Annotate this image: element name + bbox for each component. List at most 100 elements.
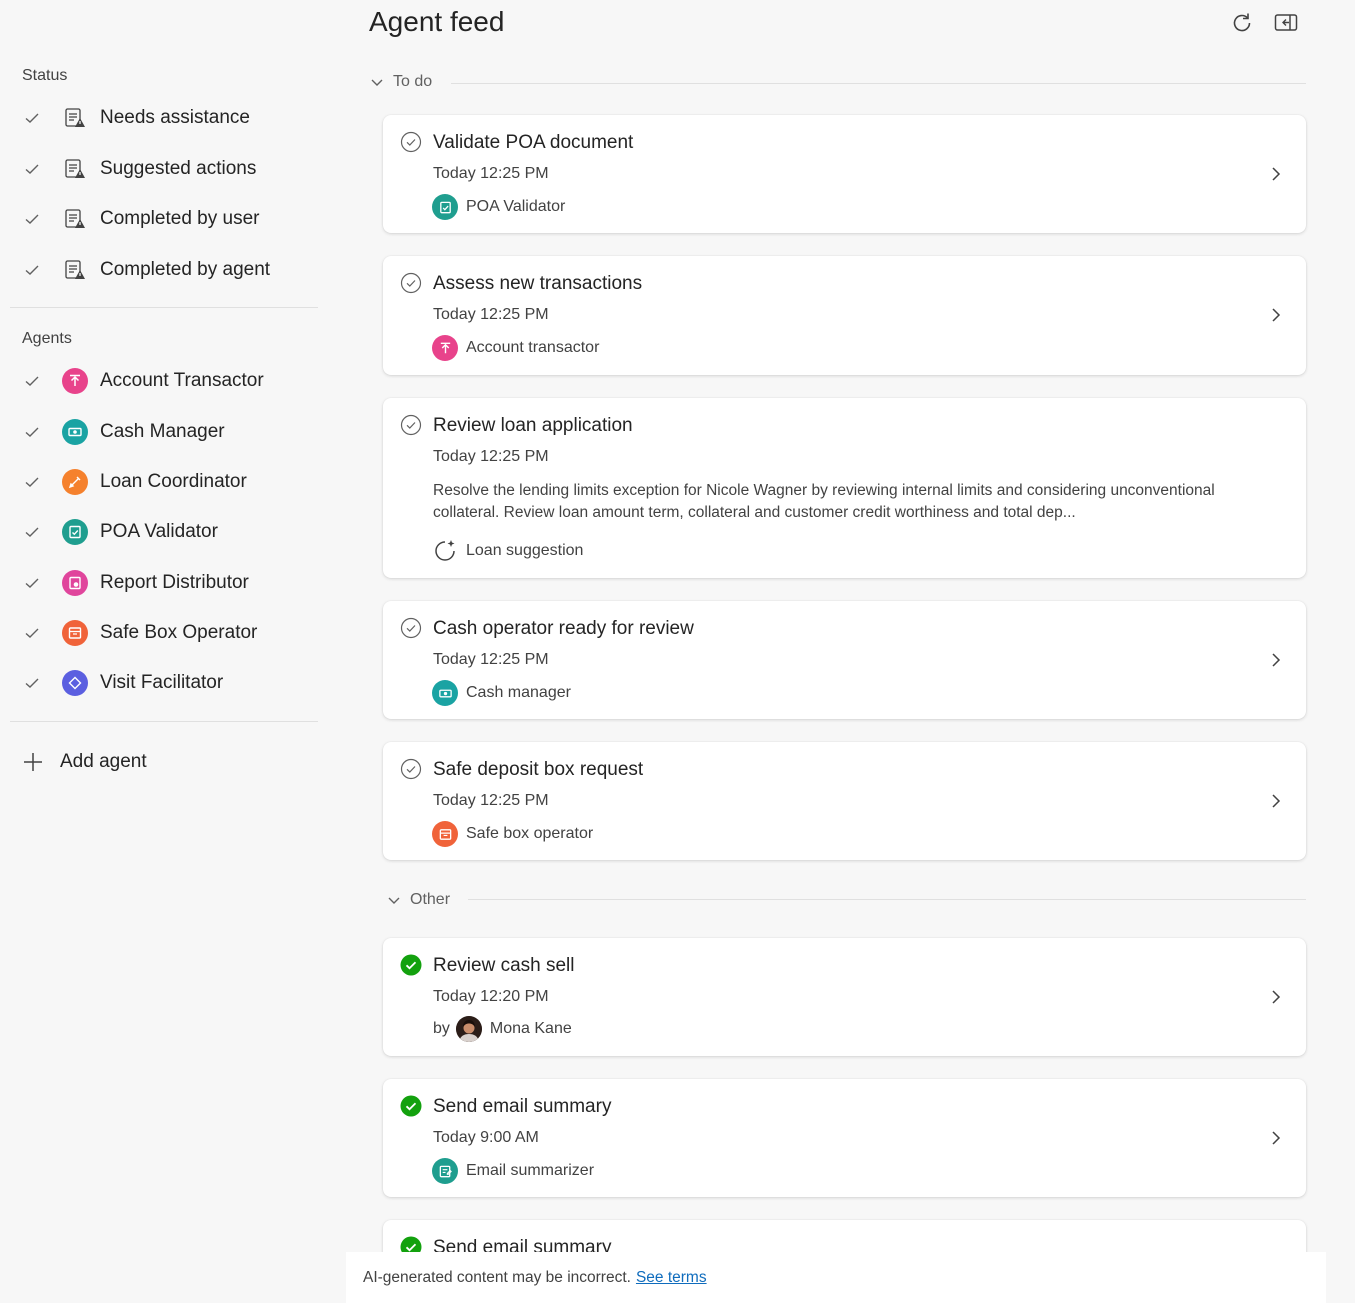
- chevron-right-icon: [1272, 990, 1281, 1004]
- card-title: Safe deposit box request: [433, 759, 644, 780]
- poa-validator-agent-icon: [62, 519, 88, 545]
- agent-item-report-distributor[interactable]: Report Distributor: [10, 561, 320, 605]
- agent-item-label: Account Transactor: [100, 370, 264, 391]
- sidebar: Status Needs assistance Suggested action…: [0, 0, 340, 1303]
- account-transactor-agent-icon: [62, 368, 88, 394]
- checkmark-icon: [10, 473, 46, 491]
- completed-status-icon: [400, 954, 422, 976]
- pending-status-icon: [400, 758, 422, 780]
- section-divider: [451, 83, 1306, 84]
- chevron-right-icon: [1272, 653, 1281, 667]
- chevron-right-icon: [1272, 794, 1281, 808]
- chevron-right-icon: [1272, 308, 1281, 322]
- section-label: To do: [393, 73, 433, 90]
- feed-card[interactable]: Assess new transactions Today 12:25 PM A…: [383, 256, 1306, 375]
- agent-item-safe-box-operator[interactable]: Safe Box Operator: [10, 611, 320, 655]
- card-title: Validate POA document: [433, 132, 634, 153]
- card-title: Assess new transactions: [433, 273, 643, 294]
- chevron-right-icon: [1272, 167, 1281, 181]
- add-agent-button[interactable]: Add agent: [18, 742, 147, 782]
- feed-card[interactable]: Send email summary Today 9:00 AM Email s…: [383, 1079, 1306, 1197]
- card-agent-name: Loan suggestion: [466, 542, 584, 559]
- chevron-down-icon: [388, 897, 400, 904]
- email-summarizer-agent-icon: [432, 1158, 458, 1184]
- card-title: Send email summary: [433, 1096, 612, 1117]
- status-item-needs-assistance[interactable]: Needs assistance: [10, 96, 320, 140]
- account-transactor-agent-icon: [432, 335, 458, 361]
- collapse-panel-icon[interactable]: [1273, 10, 1299, 36]
- sidebar-divider: [10, 721, 318, 722]
- agent-feed-panel: Agent feed To do Validate POA document T…: [346, 0, 1326, 1303]
- chevron-right-icon: [1272, 1131, 1281, 1145]
- task-list-warning-icon: [62, 257, 88, 283]
- footer-disclaimer: AI-generated content may be incorrect. S…: [346, 1252, 1326, 1303]
- feed-card[interactable]: Review cash sell Today 12:20 PM by Mona …: [383, 938, 1306, 1056]
- card-title: Review loan application: [433, 415, 633, 436]
- status-item-label: Needs assistance: [100, 107, 250, 128]
- card-agent-name: POA Validator: [466, 198, 566, 215]
- agent-item-label: Visit Facilitator: [100, 672, 224, 693]
- section-toggle-other[interactable]: Other: [386, 891, 450, 909]
- agent-item-poa-validator[interactable]: POA Validator: [10, 510, 320, 554]
- card-timestamp: Today 12:25 PM: [433, 651, 549, 668]
- status-heading: Status: [22, 67, 68, 84]
- add-agent-label: Add agent: [60, 751, 147, 772]
- card-timestamp: Today 12:25 PM: [433, 792, 549, 809]
- refresh-icon[interactable]: [1229, 10, 1255, 36]
- task-list-warning-icon: [62, 156, 88, 182]
- card-completed-by: by Mona Kane: [432, 1016, 572, 1042]
- agent-item-label: Cash Manager: [100, 421, 225, 442]
- feed-card[interactable]: Safe deposit box request Today 12:25 PM …: [383, 742, 1306, 860]
- page-title: Agent feed: [369, 6, 505, 37]
- card-timestamp: Today 9:00 AM: [433, 1129, 539, 1146]
- pending-status-icon: [400, 131, 422, 153]
- checkmark-icon: [10, 574, 46, 592]
- avatar: [455, 1016, 482, 1042]
- feed-card[interactable]: Validate POA document Today 12:25 PM POA…: [383, 115, 1306, 233]
- agent-item-visit-facilitator[interactable]: Visit Facilitator: [10, 661, 320, 705]
- section-divider: [468, 899, 1306, 900]
- section-toggle-todo[interactable]: To do: [369, 73, 432, 91]
- sparkle-suggestion-icon: [432, 538, 458, 564]
- card-timestamp: Today 12:20 PM: [433, 988, 549, 1005]
- agent-item-label: POA Validator: [100, 521, 218, 542]
- card-agent: Email summarizer: [432, 1158, 594, 1184]
- feed-card[interactable]: Cash operator ready for review Today 12:…: [383, 601, 1306, 719]
- status-item-suggested-actions[interactable]: Suggested actions: [10, 147, 320, 191]
- checkmark-icon: [10, 372, 46, 390]
- checkmark-icon: [10, 261, 46, 279]
- completed-status-icon: [400, 1095, 422, 1117]
- disclaimer-text: AI-generated content may be incorrect.: [363, 1268, 631, 1286]
- status-item-label: Completed by user: [100, 208, 260, 229]
- checkmark-icon: [10, 210, 46, 228]
- pending-status-icon: [400, 617, 422, 639]
- report-distributor-agent-icon: [62, 570, 88, 596]
- agents-heading: Agents: [22, 330, 72, 347]
- agent-item-label: Report Distributor: [100, 572, 249, 593]
- card-agent: Account transactor: [432, 335, 599, 361]
- card-agent: Cash manager: [432, 680, 571, 706]
- checkmark-icon: [10, 674, 46, 692]
- card-agent-name: Safe box operator: [466, 825, 594, 842]
- card-agent: Loan suggestion: [432, 538, 583, 564]
- status-item-completed-by-user[interactable]: Completed by user: [10, 197, 320, 241]
- loan-coordinator-agent-icon: [62, 469, 88, 495]
- plus-icon: [18, 751, 48, 773]
- agent-item-cash-manager[interactable]: Cash Manager: [10, 410, 320, 454]
- card-timestamp: Today 12:25 PM: [433, 448, 549, 465]
- see-terms-link[interactable]: See terms: [636, 1269, 707, 1287]
- checkmark-icon: [10, 523, 46, 541]
- agent-item-account-transactor[interactable]: Account Transactor: [10, 359, 320, 403]
- sidebar-divider: [10, 307, 318, 308]
- card-user-name: Mona Kane: [489, 1020, 572, 1037]
- card-timestamp: Today 12:25 PM: [433, 165, 549, 182]
- feed-card[interactable]: Review loan application Today 12:25 PM R…: [383, 398, 1306, 578]
- status-item-label: Suggested actions: [100, 158, 257, 179]
- card-agent-name: Cash manager: [466, 684, 571, 701]
- checkmark-icon: [10, 624, 46, 642]
- pending-status-icon: [400, 414, 422, 436]
- status-item-completed-by-agent[interactable]: Completed by agent: [10, 248, 320, 292]
- agent-item-loan-coordinator[interactable]: Loan Coordinator: [10, 460, 320, 504]
- card-agent: POA Validator: [432, 194, 565, 220]
- card-description: Resolve the lending limits exception for…: [433, 482, 1215, 521]
